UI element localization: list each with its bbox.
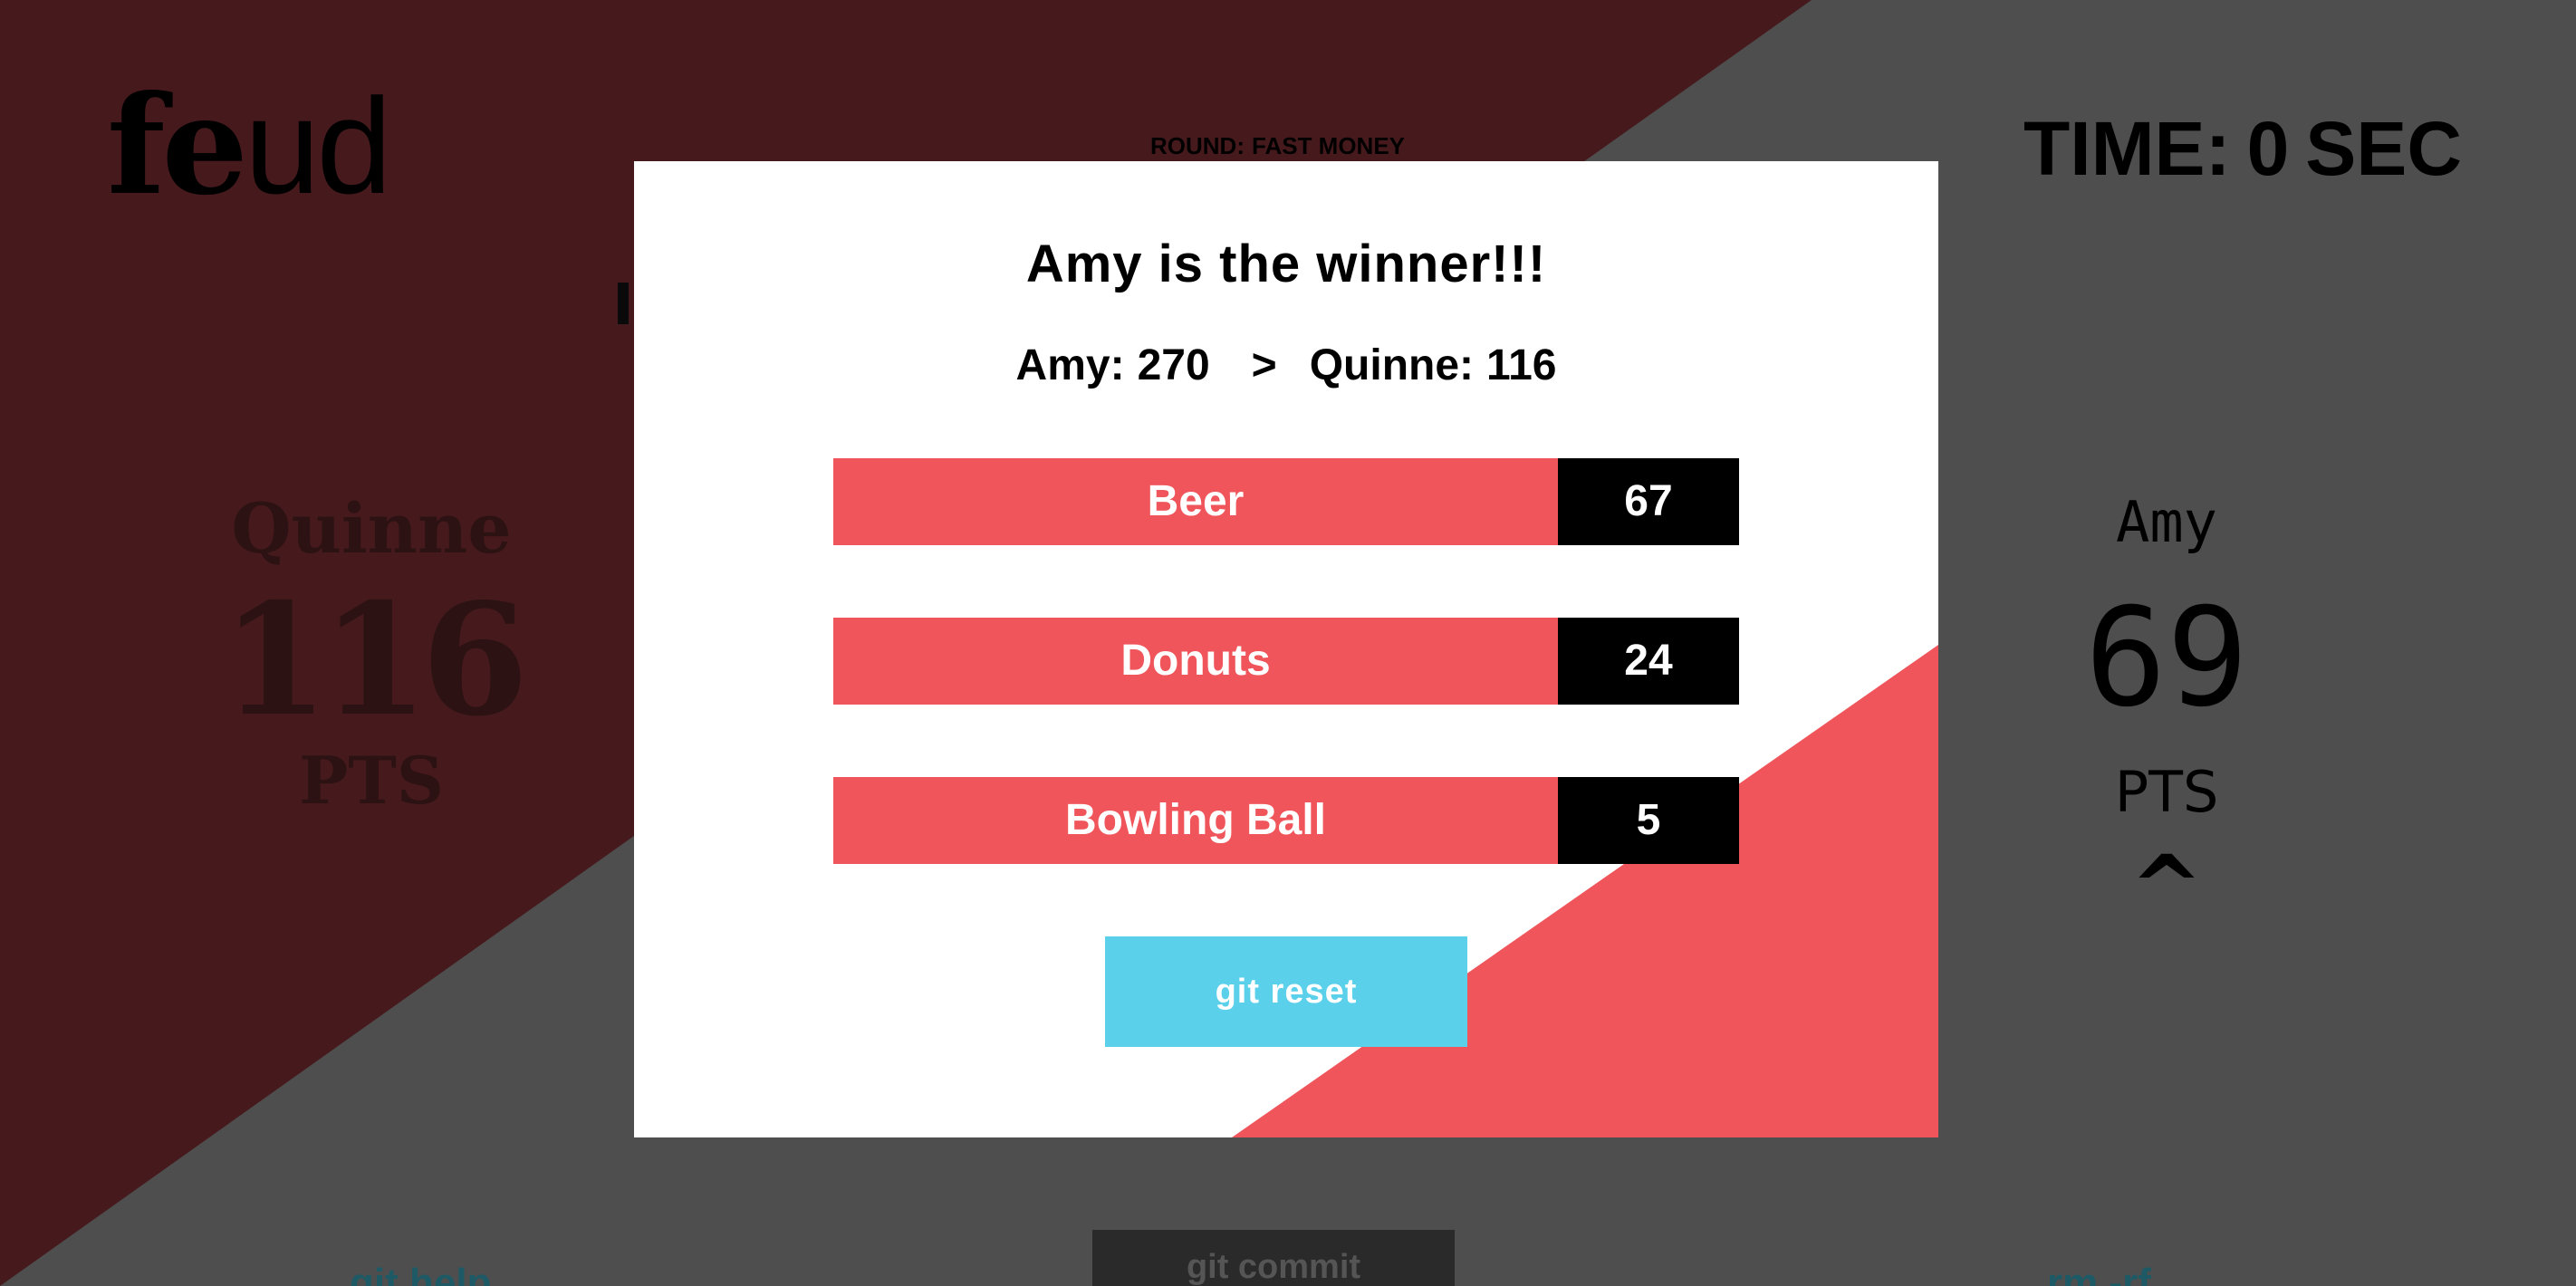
player-name: Amy bbox=[2116, 489, 2217, 555]
loser-name: Quinne: bbox=[1309, 341, 1475, 389]
player-score: 69 bbox=[2084, 580, 2249, 737]
git-reset-button[interactable]: git reset bbox=[1105, 936, 1467, 1047]
round-value: FAST MONEY bbox=[1252, 132, 1406, 159]
player-pts-label: PTS bbox=[299, 742, 444, 819]
player-pts-label: PTS bbox=[2114, 759, 2219, 825]
answer-row: Donuts 24 bbox=[833, 618, 1739, 705]
timer-label: TIME: bbox=[2023, 106, 2231, 191]
final-score-comparison: Amy: 270 > Quinne: 116 bbox=[634, 341, 1938, 390]
winner-score: 270 bbox=[1137, 341, 1210, 389]
answer-points: 67 bbox=[1558, 458, 1739, 545]
active-player-caret-icon: ^ bbox=[2129, 837, 2204, 938]
player-score: 116 bbox=[221, 570, 529, 751]
player-panel-quinne: Quinne 116 PTS bbox=[208, 494, 534, 813]
player-panel-amy: Amy 69 PTS ^ bbox=[2013, 489, 2321, 938]
winner-name: Amy: bbox=[1015, 341, 1125, 389]
comparator: > bbox=[1251, 341, 1277, 389]
answer-label: Beer bbox=[833, 458, 1558, 545]
answer-points: 5 bbox=[1558, 777, 1739, 864]
feud-logo: feud bbox=[107, 66, 392, 226]
loser-score: 116 bbox=[1486, 341, 1557, 389]
timer-unit: SEC bbox=[2305, 106, 2462, 191]
answer-row: Beer 67 bbox=[833, 458, 1739, 545]
timer-value: 0 bbox=[2246, 106, 2290, 191]
rm-rf-link[interactable]: rm -rf bbox=[2047, 1261, 2151, 1286]
answer-points: 24 bbox=[1558, 618, 1739, 705]
git-commit-button[interactable]: git commit bbox=[1092, 1230, 1455, 1286]
answer-row: Bowling Ball 5 bbox=[833, 777, 1739, 864]
round-indicator: ROUND: FAST MONEY bbox=[1150, 132, 1405, 160]
answer-label: Donuts bbox=[833, 618, 1558, 705]
winner-title: Amy is the winner!!! bbox=[1025, 235, 1547, 293]
obscured-question-fragment bbox=[618, 283, 629, 324]
player-name: Quinne bbox=[231, 488, 512, 569]
git-help-link[interactable]: git help bbox=[350, 1261, 491, 1286]
winner-modal: Amy is the winner!!! Amy: 270 > Quinne: 116 … bbox=[634, 161, 1938, 1137]
timer: TIME: 0 SEC bbox=[2023, 105, 2462, 193]
answer-label: Bowling Ball bbox=[833, 777, 1558, 864]
round-label: ROUND: bbox=[1150, 132, 1245, 159]
